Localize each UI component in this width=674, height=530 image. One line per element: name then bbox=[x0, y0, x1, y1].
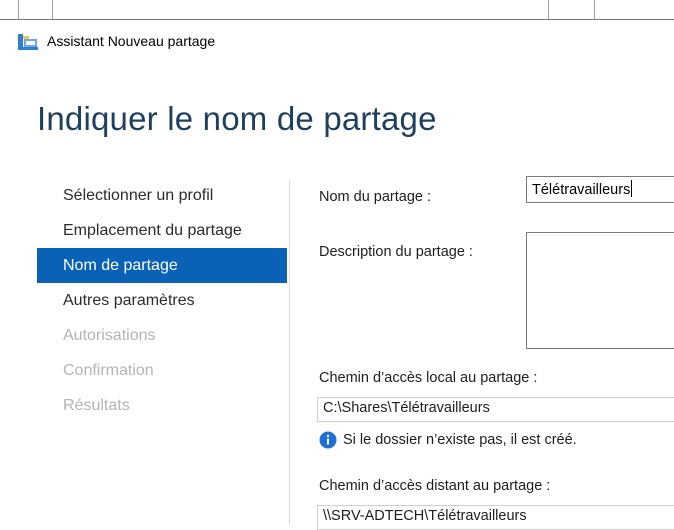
nav-step-other-settings[interactable]: Autres paramètres bbox=[37, 283, 287, 318]
strip-divider bbox=[594, 0, 595, 19]
share-name-value: Télétravailleurs bbox=[532, 182, 631, 198]
local-path-field[interactable]: C:\Shares\Télétravailleurs bbox=[317, 397, 674, 422]
nav-divider bbox=[289, 180, 290, 525]
description-textarea[interactable] bbox=[526, 232, 674, 349]
strip-divider bbox=[548, 0, 549, 19]
info-text: Si le dossier n’existe pas, il est créé. bbox=[343, 432, 577, 448]
description-label: Description du partage : bbox=[319, 244, 473, 260]
share-name-label: Nom du partage : bbox=[319, 189, 432, 205]
strip-divider bbox=[52, 0, 53, 19]
strip-divider bbox=[18, 0, 19, 19]
remote-path-label: Chemin d’accès distant au partage : bbox=[319, 478, 551, 494]
nav-step-select-profile[interactable]: Sélectionner un profil bbox=[37, 178, 287, 213]
info-icon bbox=[319, 431, 337, 449]
nav-step-confirmation: Confirmation bbox=[63, 362, 154, 379]
nav-step-share-location[interactable]: Emplacement du partage bbox=[37, 213, 287, 248]
share-name-input[interactable]: Télétravailleurs bbox=[526, 176, 674, 203]
remote-path-field[interactable]: \\SRV-ADTECH\Télétravailleurs bbox=[317, 505, 674, 530]
nav-step-share-name[interactable]: Nom de partage bbox=[37, 248, 287, 283]
nav-step-permissions: Autorisations bbox=[63, 327, 156, 344]
text-caret bbox=[631, 180, 633, 197]
window-title: Assistant Nouveau partage bbox=[47, 33, 216, 49]
wizard-steps-nav: Sélectionner un profil Emplacement du pa… bbox=[37, 178, 287, 423]
local-path-label: Chemin d’accès local au partage : bbox=[319, 370, 538, 386]
page-title: Indiquer le nom de partage bbox=[37, 100, 437, 137]
share-wizard-icon bbox=[18, 34, 38, 50]
background-window-strip bbox=[0, 0, 674, 20]
nav-step-results: Résultats bbox=[63, 397, 130, 414]
